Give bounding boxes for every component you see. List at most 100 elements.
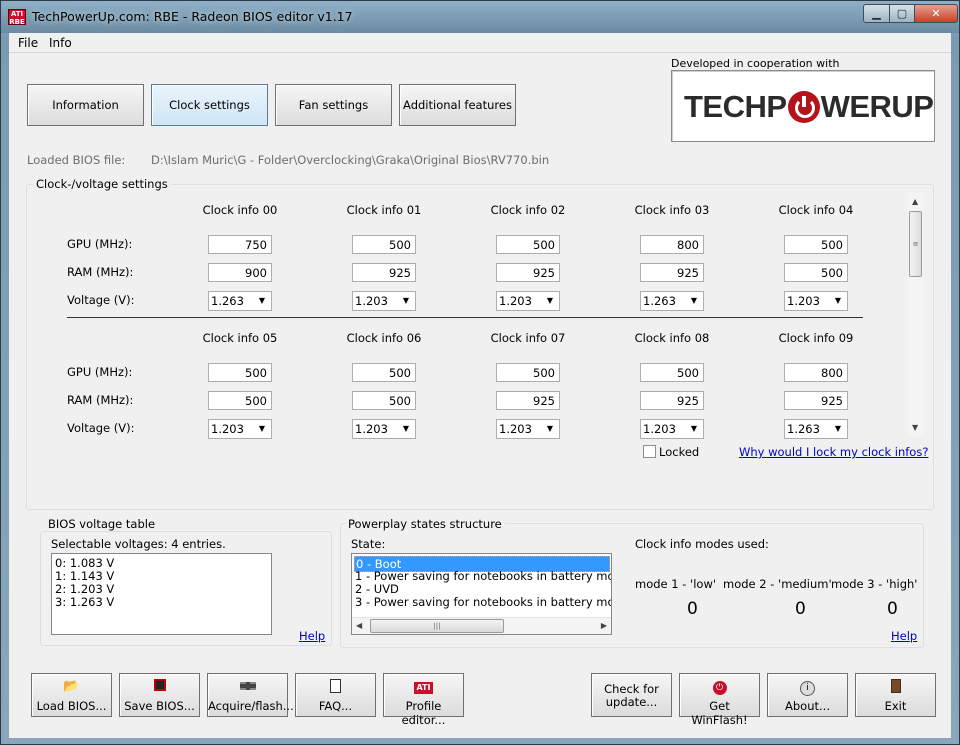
state-hscrollbar[interactable]: ◀ ||| ▶ xyxy=(352,617,611,634)
chevron-down-icon[interactable]: ▼ xyxy=(687,294,701,308)
voltage-select[interactable]: 1.203 ▼ xyxy=(784,291,848,311)
tab-additional-features[interactable]: Additional features xyxy=(399,84,516,126)
menu-info[interactable]: Info xyxy=(49,36,72,50)
powerplay-title: Powerplay states structure xyxy=(345,517,505,531)
voltage-table-help-link[interactable]: Help xyxy=(299,629,325,643)
scroll-down-icon[interactable]: ▼ xyxy=(912,423,918,432)
window-title: TechPowerUp.com: RBE - Radeon BIOS edito… xyxy=(32,9,353,24)
check-for-update-label: Check for update... xyxy=(604,682,659,709)
ram-mhz-input[interactable]: 925 xyxy=(496,391,560,410)
ram-mhz-input[interactable]: 925 xyxy=(640,263,704,282)
voltage-select[interactable]: 1.203 ▼ xyxy=(352,419,416,439)
clock-info-header: Clock info 08 xyxy=(634,331,710,345)
chevron-down-icon[interactable]: ▼ xyxy=(831,422,845,436)
state-row[interactable]: 2 - UVD xyxy=(355,582,399,596)
ram-mhz-input[interactable]: 925 xyxy=(784,391,848,410)
gpu-mhz-input[interactable]: 500 xyxy=(496,235,560,254)
ram-mhz-input[interactable]: 925 xyxy=(352,263,416,282)
tab-fan-settings[interactable]: Fan settings xyxy=(275,84,392,126)
voltage-select-value: 1.203 xyxy=(499,294,532,308)
maximize-button[interactable]: ▢ xyxy=(889,4,915,23)
exit-button[interactable]: Exit xyxy=(855,673,936,717)
gpu-mhz-input[interactable]: 500 xyxy=(208,363,272,382)
exit-door-icon xyxy=(856,679,935,695)
voltage-entry[interactable]: 0: 1.083 V xyxy=(55,556,114,570)
chevron-down-icon[interactable]: ▼ xyxy=(687,422,701,436)
power-icon: ⏻ xyxy=(680,679,759,695)
chevron-down-icon[interactable]: ▼ xyxy=(831,294,845,308)
mode-3-value: 0 xyxy=(887,599,898,619)
hscroll-thumb[interactable]: ||| xyxy=(370,619,504,633)
powerplay-state-list[interactable]: 0 - Boot 1 - Power saving for notebooks … xyxy=(351,553,612,635)
gpu-mhz-input[interactable]: 750 xyxy=(208,235,272,254)
chevron-down-icon[interactable]: ▼ xyxy=(255,294,269,308)
faq-button[interactable]: FAQ... xyxy=(295,673,376,717)
chevron-down-icon[interactable]: ▼ xyxy=(399,294,413,308)
gpu-mhz-input[interactable]: 500 xyxy=(352,363,416,382)
scroll-up-icon[interactable]: ▲ xyxy=(912,197,918,206)
voltage-select-value: 1.263 xyxy=(643,294,676,308)
menu-file[interactable]: File xyxy=(18,36,38,50)
gpu-mhz-input[interactable]: 500 xyxy=(352,235,416,254)
ram-mhz-input[interactable]: 500 xyxy=(784,263,848,282)
ram-mhz-input[interactable]: 500 xyxy=(208,391,272,410)
powerplay-help-link[interactable]: Help xyxy=(891,629,917,643)
clock-scrollbar[interactable]: ▲ ≡ ▼ xyxy=(908,193,924,437)
locked-checkbox[interactable] xyxy=(643,445,656,458)
load-bios-button[interactable]: 📂 Load BIOS... xyxy=(31,673,112,717)
ram-mhz-input[interactable]: 925 xyxy=(496,263,560,282)
chevron-down-icon[interactable]: ▼ xyxy=(543,294,557,308)
rbe-app-icon[interactable]: ATI RBE xyxy=(8,9,26,26)
voltage-entry[interactable]: 3: 1.263 V xyxy=(55,595,114,609)
acquire-flash-button[interactable]: Acquire/flash... xyxy=(207,673,294,717)
voltage-select[interactable]: 1.203 ▼ xyxy=(208,419,272,439)
voltage-list[interactable]: 0: 1.083 V 1: 1.143 V 2: 1.203 V 3: 1.26… xyxy=(51,553,272,635)
voltage-select[interactable]: 1.263 ▼ xyxy=(784,419,848,439)
clock-info-header: Clock info 06 xyxy=(346,331,422,345)
clock-info-header: Clock info 04 xyxy=(778,203,854,217)
save-bios-button[interactable]: Save BIOS... xyxy=(119,673,200,717)
title-bar[interactable]: ATI RBE TechPowerUp.com: RBE - Radeon BIO… xyxy=(1,1,959,33)
chevron-down-icon[interactable]: ▼ xyxy=(255,422,269,436)
profile-editor-button[interactable]: ATI Profile editor... xyxy=(383,673,464,727)
voltage-entry[interactable]: 1: 1.143 V xyxy=(55,569,114,583)
lock-info-link[interactable]: Why would I lock my clock infos? xyxy=(739,445,928,459)
gpu-mhz-input[interactable]: 800 xyxy=(640,235,704,254)
chevron-down-icon[interactable]: ▼ xyxy=(399,422,413,436)
about-label: About... xyxy=(785,699,830,713)
voltage-entry[interactable]: 2: 1.203 V xyxy=(55,582,114,596)
voltage-select[interactable]: 1.263 ▼ xyxy=(640,291,704,311)
scroll-right-icon[interactable]: ▶ xyxy=(601,621,607,630)
tab-information[interactable]: Information xyxy=(27,84,144,126)
tab-clock-settings[interactable]: Clock settings xyxy=(151,84,268,126)
document-icon xyxy=(296,679,375,695)
voltage-select[interactable]: 1.203 ▼ xyxy=(640,419,704,439)
minimize-button[interactable]: ▁ xyxy=(863,4,890,23)
voltage-select[interactable]: 1.263 ▼ xyxy=(208,291,272,311)
voltage-select-value: 1.263 xyxy=(211,294,244,308)
voltage-select[interactable]: 1.203 ▼ xyxy=(352,291,416,311)
gpu-mhz-input[interactable]: 500 xyxy=(640,363,704,382)
state-row[interactable]: 3 - Power saving for notebooks in batter… xyxy=(355,595,611,609)
close-button[interactable]: ✕ xyxy=(914,4,958,23)
logo-text-left: TECHP xyxy=(684,89,787,124)
chevron-down-icon[interactable]: ▼ xyxy=(543,422,557,436)
clock-divider xyxy=(67,317,863,318)
selectable-voltages-label: Selectable voltages: 4 entries. xyxy=(51,537,226,551)
check-for-update-button[interactable]: Check for update... xyxy=(591,673,672,717)
state-row[interactable]: 1 - Power saving for notebooks in batter… xyxy=(355,569,611,583)
scroll-thumb[interactable]: ≡ xyxy=(909,211,922,277)
faq-label: FAQ... xyxy=(318,699,353,713)
scroll-left-icon[interactable]: ◀ xyxy=(356,621,362,630)
ram-mhz-input[interactable]: 925 xyxy=(640,391,704,410)
ram-mhz-input[interactable]: 900 xyxy=(208,263,272,282)
voltage-select[interactable]: 1.203 ▼ xyxy=(496,291,560,311)
get-winflash-button[interactable]: ⏻ Get WinFlash! xyxy=(679,673,760,727)
about-button[interactable]: i About... xyxy=(767,673,848,717)
locked-label: Locked xyxy=(659,445,700,459)
gpu-mhz-input[interactable]: 500 xyxy=(496,363,560,382)
gpu-mhz-input[interactable]: 500 xyxy=(784,235,848,254)
voltage-select[interactable]: 1.203 ▼ xyxy=(496,419,560,439)
ram-mhz-input[interactable]: 500 xyxy=(352,391,416,410)
gpu-mhz-input[interactable]: 800 xyxy=(784,363,848,382)
